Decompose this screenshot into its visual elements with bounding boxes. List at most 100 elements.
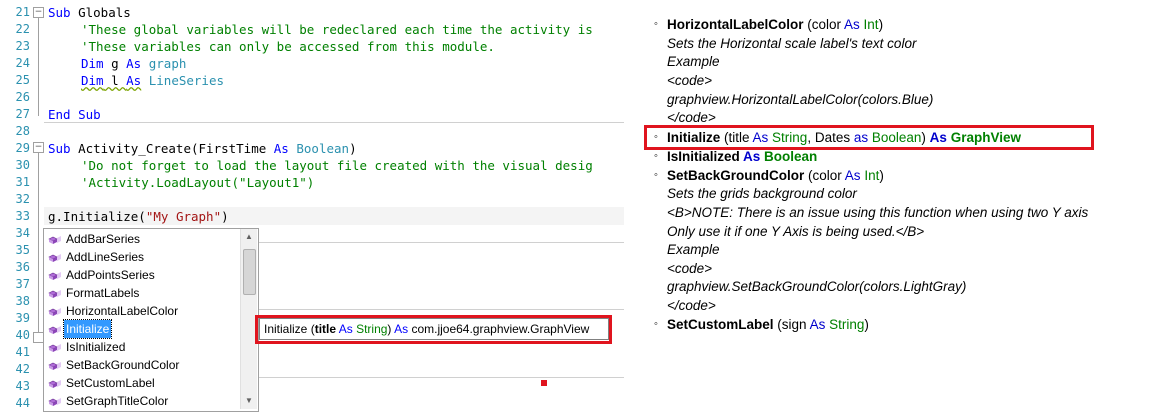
fold-guide bbox=[38, 18, 39, 116]
line-number: 22 bbox=[15, 22, 30, 36]
type-name: LineSeries bbox=[141, 73, 225, 88]
method-cube-icon bbox=[48, 272, 61, 280]
keyword: As bbox=[844, 17, 860, 32]
code-line-29[interactable]: Sub Activity_Create(FirstTime As Boolean… bbox=[48, 140, 357, 157]
autocomplete-item[interactable]: SetGraphTitleColor bbox=[46, 392, 238, 410]
autocomplete-list[interactable]: ▲ ▼ AddBarSeries AddLineSeries AddPointsSe… bbox=[43, 228, 259, 412]
line-number: 40 bbox=[15, 328, 30, 342]
member-name: SetCustomLabel bbox=[667, 317, 774, 332]
type-name: Int bbox=[859, 17, 879, 32]
autocomplete-item-label: AddLineSeries bbox=[66, 250, 145, 264]
code-line-25[interactable]: Dim l As LineSeries bbox=[81, 72, 224, 89]
doc-entry-setbackgroundcolor: SetBackGroundColor (color As Int) bbox=[667, 166, 884, 185]
doc-code-tag: <code> bbox=[667, 261, 713, 276]
keyword: As bbox=[739, 149, 761, 164]
fold-toggle-icon[interactable]: − bbox=[33, 142, 44, 153]
keyword: Sub bbox=[48, 5, 71, 20]
keyword: As bbox=[844, 168, 861, 183]
autocomplete-item-label: HorizontalLabelColor bbox=[66, 304, 179, 318]
line-number: 39 bbox=[15, 311, 30, 325]
keyword: Dim bbox=[81, 73, 104, 88]
autocomplete-item[interactable]: IsInitialized bbox=[46, 338, 238, 356]
line-number: 25 bbox=[15, 73, 30, 87]
signature: (sign bbox=[773, 317, 810, 332]
block-separator bbox=[258, 309, 624, 310]
keyword: Dim bbox=[81, 56, 104, 71]
doc-example-label: Example bbox=[667, 242, 720, 257]
punctuation: ) bbox=[864, 317, 869, 332]
autocomplete-item[interactable]: Initialize bbox=[46, 319, 238, 339]
doc-description: Sets the Horizontal scale label's text c… bbox=[667, 36, 917, 51]
signature: (color bbox=[804, 168, 845, 183]
doc-entry-setcustomlabel: SetCustomLabel (sign As String) bbox=[667, 315, 869, 334]
method-cube-icon bbox=[48, 380, 61, 388]
punctuation: ) bbox=[349, 141, 357, 156]
autocomplete-item[interactable]: SetBackGroundColor bbox=[46, 356, 238, 374]
autocomplete-item[interactable]: AddPointsSeries bbox=[46, 266, 238, 284]
scroll-down-icon[interactable]: ▼ bbox=[241, 393, 257, 409]
line-number: 32 bbox=[15, 192, 30, 206]
code-line-31[interactable]: 'Activity.LoadLayout("Layout1") bbox=[81, 174, 314, 191]
autocomplete-item-label: Initialize bbox=[62, 319, 113, 339]
keyword: As bbox=[126, 56, 142, 71]
line-number: 38 bbox=[15, 294, 30, 308]
identifier: g bbox=[103, 56, 127, 71]
line-number: 35 bbox=[15, 243, 30, 257]
scroll-thumb[interactable] bbox=[243, 249, 256, 295]
doc-code-tag: </code> bbox=[667, 298, 716, 313]
doc-entry-horizontallabelcolor: HorizontalLabelColor (color As Int) bbox=[667, 15, 883, 34]
punctuation: ) bbox=[878, 17, 884, 32]
autocomplete-item-label: AddBarSeries bbox=[66, 232, 141, 246]
code-line-33[interactable]: g.Initialize("My Graph") bbox=[48, 208, 229, 225]
line-number: 27 bbox=[15, 107, 30, 121]
type-name: Boolean bbox=[288, 141, 350, 156]
code-line-22[interactable]: 'These global variables will be redeclar… bbox=[81, 21, 593, 38]
documentation-panel: ◦ HorizontalLabelColor (color As Int) Se… bbox=[624, 0, 1158, 418]
autocomplete-item[interactable]: SetCustomLabel bbox=[46, 374, 238, 392]
breakpoint-marker bbox=[541, 380, 547, 386]
autocomplete-item[interactable]: HorizontalLabelColor bbox=[46, 302, 238, 320]
code-line-30[interactable]: 'Do not forget to load the layout file c… bbox=[81, 157, 593, 174]
code-line-23[interactable]: 'These variables can only be accessed fr… bbox=[81, 38, 495, 55]
fold-toggle-icon[interactable]: − bbox=[33, 7, 44, 18]
autocomplete-item-label: FormatLabels bbox=[66, 286, 140, 300]
line-number: 30 bbox=[15, 158, 30, 172]
method-cube-icon bbox=[48, 290, 61, 298]
doc-note: <B>NOTE: There is an issue using this fu… bbox=[667, 205, 1089, 220]
line-number: 44 bbox=[15, 396, 30, 410]
doc-example-label: Example bbox=[667, 54, 720, 69]
keyword: As bbox=[126, 73, 142, 88]
bullet-icon: ◦ bbox=[654, 169, 658, 181]
block-separator bbox=[258, 242, 624, 243]
method-cube-icon bbox=[48, 326, 61, 334]
line-number: 23 bbox=[15, 39, 30, 53]
code-line-27[interactable]: End Sub bbox=[48, 106, 101, 123]
line-number: 41 bbox=[15, 345, 30, 359]
autocomplete-item[interactable]: AddBarSeries bbox=[46, 230, 238, 248]
line-number: 33 bbox=[15, 209, 30, 223]
member-name: IsInitialized bbox=[667, 149, 740, 164]
code-line-24[interactable]: Dim g As graph bbox=[81, 55, 186, 72]
type-name: graph bbox=[141, 56, 187, 71]
string-literal: "My Graph" bbox=[145, 209, 222, 224]
member-name: HorizontalLabelColor bbox=[667, 17, 804, 32]
code-line-21[interactable]: Sub Globals bbox=[48, 4, 131, 21]
autocomplete-item-label: AddPointsSeries bbox=[66, 268, 155, 282]
autocomplete-item-label: SetBackGroundColor bbox=[66, 358, 180, 372]
punctuation: ) bbox=[879, 168, 884, 183]
line-number: 36 bbox=[15, 260, 30, 274]
block-separator bbox=[44, 122, 624, 123]
line-number: 34 bbox=[15, 226, 30, 240]
type-name: String bbox=[825, 317, 865, 332]
autocomplete-item[interactable]: FormatLabels bbox=[46, 284, 238, 302]
autocomplete-item[interactable]: AddLineSeries bbox=[46, 248, 238, 266]
highlight-box bbox=[255, 315, 612, 344]
type-name: Int bbox=[860, 168, 880, 183]
code-editor[interactable]: 21 22 23 24 25 26 27 28 29 30 31 32 33 34 35 36 37 38 39 40… bbox=[0, 0, 624, 418]
bullet-icon: ◦ bbox=[654, 318, 658, 330]
method-cube-icon bbox=[48, 362, 61, 370]
scroll-up-icon[interactable]: ▲ bbox=[241, 229, 257, 245]
keyword: As bbox=[273, 141, 289, 156]
method-cube-icon bbox=[48, 254, 61, 262]
type-name: Boolean bbox=[760, 149, 818, 164]
